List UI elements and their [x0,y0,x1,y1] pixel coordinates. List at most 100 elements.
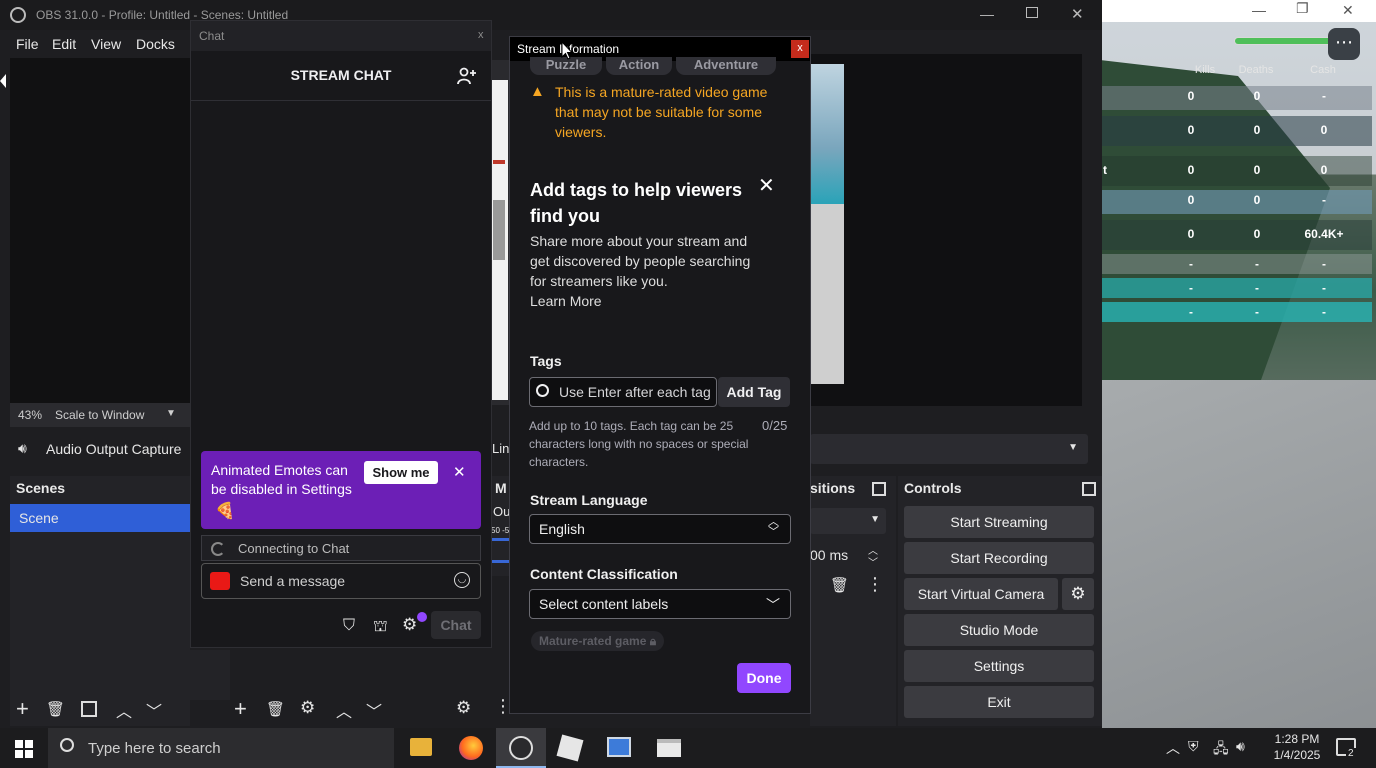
scale-percent: 43% [18,408,43,422]
chat-header: STREAM CHAT [191,51,491,101]
category-tag-adventure[interactable]: Adventure [676,57,776,75]
add-source-icon[interactable]: + [234,696,247,722]
emote-picker-icon[interactable]: ◡ [454,572,470,588]
move-up-icon[interactable]: ︿ [116,698,132,722]
chat-bubble-icon[interactable]: ⋯ [1328,28,1360,60]
preview-canvas[interactable] [10,58,190,403]
taskbar-search-placeholder: Type here to search [88,740,221,757]
camera-icon[interactable] [210,572,230,590]
leaderboard-cell-cash: - [1322,305,1326,319]
bits-icon[interactable]: ⛫ [373,617,388,637]
classification-select[interactable]: Select content labels ﹀ [529,589,791,619]
scenes-dock: Scenes Scene [10,476,190,726]
transition-duration-value: 00 ms [810,547,849,563]
leaderboard-cell-kills: 0 [1187,123,1195,137]
obs-maximize-icon[interactable] [1026,7,1038,18]
filter-icon[interactable] [81,701,97,717]
menu-edit[interactable]: Edit [52,36,76,52]
restore-icon[interactable]: ❐ [1296,0,1309,17]
network-icon[interactable]: 🖧︎ [1213,738,1229,762]
move-up-icon[interactable]: ︿ [336,698,352,722]
app-window-icon[interactable] [657,739,681,757]
virtual-camera-settings-gear-icon[interactable]: ⚙︎ [1062,578,1094,610]
minimize-icon[interactable]: — [1252,2,1266,18]
banner-close-icon[interactable]: ✕ [453,463,466,481]
transition-duration[interactable]: 00 ms ︿ ﹀ [810,542,886,569]
trash-icon[interactable]: 🗑︎ [830,576,849,594]
exit-button[interactable]: Exit [904,686,1094,718]
chat-header-title: STREAM CHAT [290,67,392,83]
leaderboard-cell-deaths: 0 [1253,123,1261,137]
source-select[interactable]: ▼ [810,434,1088,464]
obs-menubar: File Edit View Docks [0,30,190,58]
studio-mode-button[interactable]: Studio Mode [904,614,1094,646]
gear-icon[interactable]: ⚙︎ [456,698,471,718]
warning-icon: ▲ [530,83,545,100]
firefox-icon[interactable] [459,736,483,760]
trash-icon[interactable]: 🗑︎ [266,700,285,718]
tray-chevron-up-icon[interactable]: ︿ [1166,738,1180,758]
shield-icon[interactable]: ⛉ [343,617,355,635]
leaderboard-row: --- [1100,302,1372,322]
speaker-icon[interactable]: 🔊︎ [18,440,27,457]
tags-input[interactable]: Use Enter after each tag [529,377,717,407]
security-icon[interactable]: ⛨ [1188,738,1199,755]
file-explorer-icon[interactable] [410,738,432,756]
language-select[interactable]: English ︿ ﹀ [529,514,791,544]
gear-icon[interactable]: ⚙︎ [402,615,417,635]
spin-down-icon[interactable]: ﹀ [868,554,878,569]
obs-minimize-icon[interactable]: — [980,6,994,22]
remote-desktop-icon[interactable] [607,737,631,757]
health-bar-fill [1235,38,1343,44]
leaderboard-cell-deaths: - [1255,281,1259,295]
stream-info-close[interactable]: x [791,40,809,58]
start-recording-button[interactable]: Start Recording [904,542,1094,574]
tags-promo: Add tags to help viewers find you Share … [530,177,790,311]
taskbar-clock[interactable]: 1:28 PM 1/4/2025 [1262,731,1332,763]
chat-input-placeholder: Send a message [240,573,346,589]
category-tag-action[interactable]: Action [606,57,672,75]
chevron-down-icon[interactable]: ▼ [166,408,176,419]
chat-input[interactable]: Send a message ◡ [201,563,481,599]
add-scene-icon[interactable]: + [16,696,29,722]
move-down-icon[interactable]: ﹀ [366,698,382,722]
leaderboard-row: 0 0 - [1100,86,1372,110]
add-tag-button[interactable]: Add Tag [718,377,790,407]
trash-icon[interactable]: 🗑︎ [46,700,65,718]
scene-item[interactable]: Scene [10,504,190,532]
volume-icon[interactable]: 🔊︎ [1236,738,1245,755]
chat-send-button[interactable]: Chat [431,611,481,639]
move-down-icon[interactable]: ﹀ [146,698,162,722]
learn-more-link[interactable]: Learn More [530,291,790,311]
menu-file[interactable]: File [16,36,39,52]
mature-chip-label: Mature-rated game [539,634,647,648]
done-button[interactable]: Done [737,663,791,693]
leaderboard-row: --- [1100,278,1372,298]
menu-view[interactable]: View [91,36,121,52]
chat-dock-title: Chat [199,29,225,43]
windows-start-icon[interactable] [15,740,33,758]
start-streaming-button[interactable]: Start Streaming [904,506,1094,538]
settings-button[interactable]: Settings [904,650,1094,682]
undock-icon[interactable] [872,482,886,496]
roblox-icon[interactable] [556,734,584,762]
taskbar-search[interactable]: Type here to search [48,728,394,768]
gear-icon[interactable]: ⚙︎ [300,698,315,718]
menu-docks[interactable]: Docks [136,36,175,52]
obs-taskbar-button[interactable] [496,728,546,768]
close-icon[interactable]: ✕ [1342,2,1354,19]
undock-icon[interactable] [1082,482,1096,496]
more-vertical-icon[interactable]: ⋮ [866,574,884,595]
mouse-cursor-icon [561,41,573,60]
scale-mode[interactable]: Scale to Window [55,408,144,422]
lock-icon: 🔒︎ [649,634,657,648]
preview-canvas-right[interactable] [810,54,1082,406]
emote-icon: 🍕 [215,503,235,520]
promo-close-icon[interactable]: ✕ [758,173,775,198]
show-me-button[interactable]: Show me [364,461,438,484]
obs-close-icon[interactable]: ✕ [1071,5,1084,23]
community-icon[interactable] [457,67,477,85]
transition-select[interactable]: ▼ [810,508,886,534]
start-virtual-camera-button[interactable]: Start Virtual Camera [904,578,1058,610]
chat-dock-close[interactable]: x [478,29,484,41]
